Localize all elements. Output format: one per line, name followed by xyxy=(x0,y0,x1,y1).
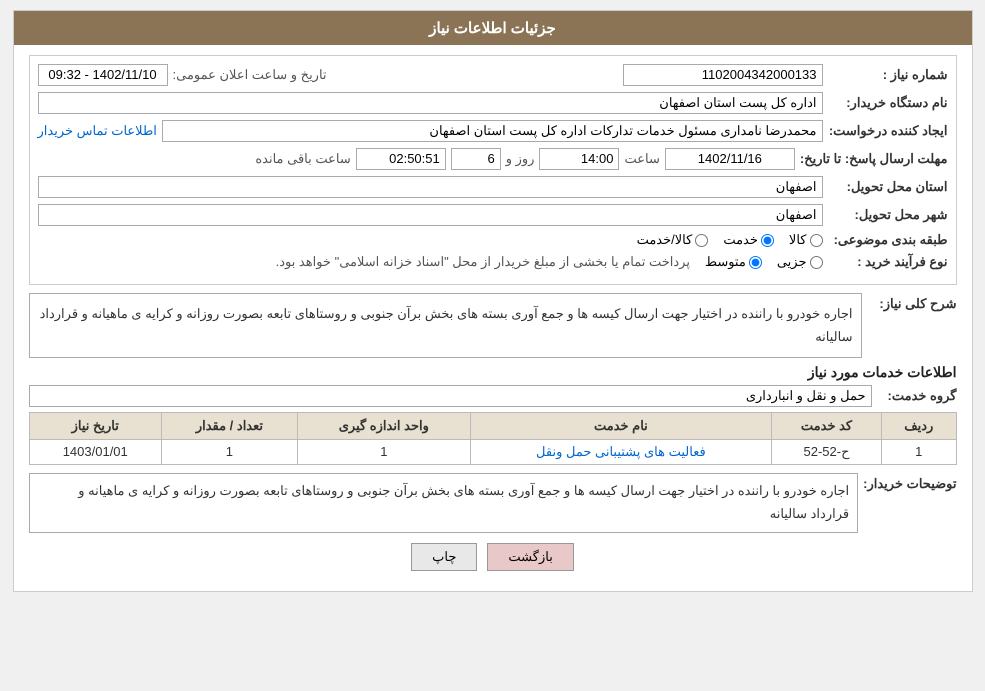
deadline-time: 14:00 xyxy=(539,148,619,170)
radio-motavasset[interactable]: متوسط xyxy=(705,254,762,270)
buyer-notes-value: اجاره خودرو با راننده در اختیار جهت ارسا… xyxy=(29,473,859,533)
cell-qty: 1 xyxy=(161,439,297,464)
table-body: 1 ح-52-52 فعالیت های پشتیبانی حمل ونقل 1… xyxy=(29,439,956,464)
purchase-type-options: جزیی متوسط xyxy=(705,254,823,270)
radio-jozi-label: جزیی xyxy=(777,254,807,270)
back-button[interactable]: بازگشت xyxy=(487,543,573,571)
radio-jozi[interactable]: جزیی xyxy=(777,254,823,270)
row-description: شرح کلی نیاز: اجاره خودرو با راننده در ا… xyxy=(29,293,957,358)
description-value: اجاره خودرو با راننده در اختیار جهت ارسا… xyxy=(29,293,862,358)
row-service-group: گروه خدمت: حمل و نقل و انبارداری xyxy=(29,385,957,407)
province-label: استان محل تحویل: xyxy=(828,179,948,195)
table-header-row: ردیف کد خدمت نام خدمت واحد اندازه گیری ت… xyxy=(29,412,956,439)
cell-date: 1403/01/01 xyxy=(29,439,161,464)
days-label: روز و xyxy=(506,151,535,167)
buyer-notes-label: توضیحات خریدار: xyxy=(863,473,956,492)
row-need-number: شماره نیاز : 1102004342000133 تاریخ و سا… xyxy=(38,64,948,86)
purchase-type-label: نوع فرآیند خرید : xyxy=(828,254,948,270)
radio-kala[interactable]: کالا xyxy=(789,232,823,248)
col-row: ردیف xyxy=(882,412,956,439)
cell-code: ح-52-52 xyxy=(771,439,881,464)
service-info-header: اطلاعات خدمات مورد نیاز xyxy=(29,364,957,381)
remaining-label: ساعت باقی مانده xyxy=(255,151,350,167)
city-value: اصفهان xyxy=(38,204,823,226)
col-name: نام خدمت xyxy=(470,412,771,439)
row-province: استان محل تحویل: اصفهان xyxy=(38,176,948,198)
content-area: شماره نیاز : 1102004342000133 تاریخ و سا… xyxy=(14,45,972,591)
public-announce-value: 1402/11/10 - 09:32 xyxy=(38,64,168,86)
table-row: 1 ح-52-52 فعالیت های پشتیبانی حمل ونقل 1… xyxy=(29,439,956,464)
main-container: جزئیات اطلاعات نیاز شماره نیاز : 1102004… xyxy=(13,10,973,592)
col-qty: تعداد / مقدار xyxy=(161,412,297,439)
org-name-value: اداره کل پست استان اصفهان xyxy=(38,92,823,114)
page-title: جزئیات اطلاعات نیاز xyxy=(14,11,972,45)
print-button[interactable]: چاپ xyxy=(411,543,477,571)
cell-unit: 1 xyxy=(297,439,470,464)
service-group-label: گروه خدمت: xyxy=(877,388,957,404)
row-org-name: نام دستگاه خریدار: اداره کل پست استان اص… xyxy=(38,92,948,114)
radio-motavasset-label: متوسط xyxy=(705,254,746,270)
col-date: تاریخ نیاز xyxy=(29,412,161,439)
deadline-date: 1402/11/16 xyxy=(665,148,795,170)
radio-khedmat-label: خدمت xyxy=(723,232,758,248)
button-row: بازگشت چاپ xyxy=(29,543,957,571)
deadline-remaining: 02:50:51 xyxy=(356,148,446,170)
creator-contact-link[interactable]: اطلاعات تماس خریدار xyxy=(38,123,157,139)
radio-khedmat[interactable]: خدمت xyxy=(723,232,774,248)
row-purchase-type: نوع فرآیند خرید : جزیی متوسط پرداخت تمام… xyxy=(38,254,948,270)
cell-name[interactable]: فعالیت های پشتیبانی حمل ونقل xyxy=(470,439,771,464)
col-code: کد خدمت xyxy=(771,412,881,439)
province-value: اصفهان xyxy=(38,176,823,198)
row-deadline: مهلت ارسال پاسخ: تا تاریخ: 1402/11/16 سا… xyxy=(38,148,948,170)
description-label: شرح کلی نیاز: xyxy=(867,293,957,312)
deadline-days: 6 xyxy=(451,148,501,170)
row-city: شهر محل تحویل: اصفهان xyxy=(38,204,948,226)
subject-type-label: طبقه بندی موضوعی: xyxy=(828,232,948,248)
purchase-type-note: پرداخت تمام یا بخشی از مبلغ خریدار از مح… xyxy=(276,254,690,270)
cell-row: 1 xyxy=(882,439,956,464)
items-table: ردیف کد خدمت نام خدمت واحد اندازه گیری ت… xyxy=(29,412,957,465)
time-label: ساعت xyxy=(624,151,659,167)
radio-kala-khedmat-label: کالا/خدمت xyxy=(637,232,693,248)
creator-label: ایجاد کننده درخواست: xyxy=(828,123,948,139)
deadline-label: مهلت ارسال پاسخ: تا تاریخ: xyxy=(800,151,948,167)
row-subject-type: طبقه بندی موضوعی: کالا خدمت کالا/خدمت xyxy=(38,232,948,248)
subject-type-options: کالا خدمت کالا/خدمت xyxy=(637,232,823,248)
creator-value: محمدرضا نامداری مسئول خدمات تدارکات ادار… xyxy=(162,120,823,142)
org-name-label: نام دستگاه خریدار: xyxy=(828,95,948,111)
table-header: ردیف کد خدمت نام خدمت واحد اندازه گیری ت… xyxy=(29,412,956,439)
service-group-value: حمل و نقل و انبارداری xyxy=(29,385,872,407)
radio-kala-khedmat[interactable]: کالا/خدمت xyxy=(637,232,709,248)
city-label: شهر محل تحویل: xyxy=(828,207,948,223)
row-buyer-notes: توضیحات خریدار: اجاره خودرو با راننده در… xyxy=(29,473,957,533)
radio-kala-label: کالا xyxy=(789,232,807,248)
public-announce-label: تاریخ و ساعت اعلان عمومی: xyxy=(173,67,327,83)
row-creator: ایجاد کننده درخواست: محمدرضا نامداری مسئ… xyxy=(38,120,948,142)
need-number-value: 1102004342000133 xyxy=(623,64,823,86)
need-number-label: شماره نیاز : xyxy=(828,67,948,83)
top-info-section: شماره نیاز : 1102004342000133 تاریخ و سا… xyxy=(29,55,957,285)
col-unit: واحد اندازه گیری xyxy=(297,412,470,439)
